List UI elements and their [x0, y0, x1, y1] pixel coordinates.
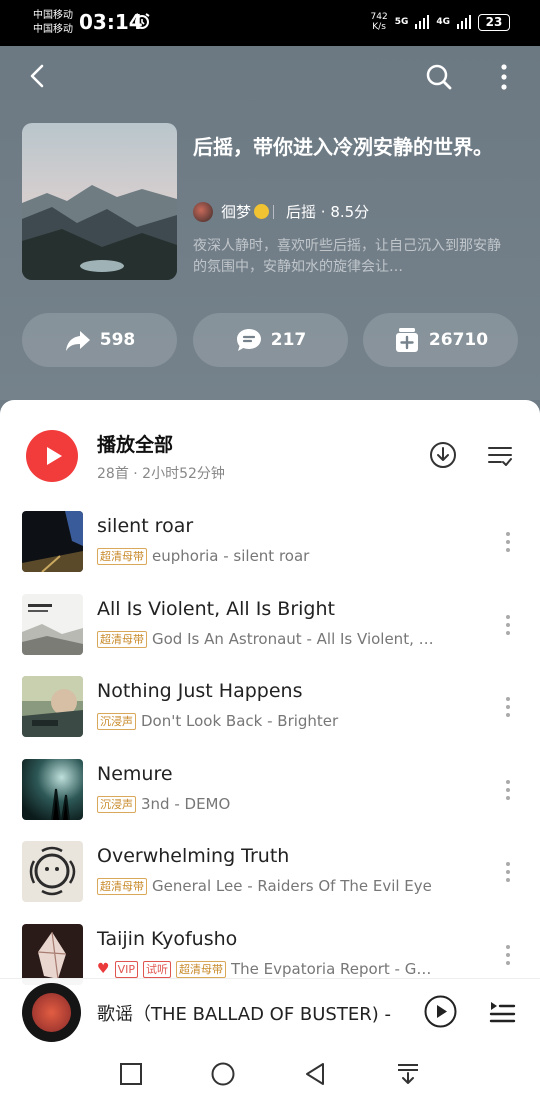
- song-title: Overwhelming Truth: [97, 845, 290, 867]
- song-row[interactable]: silent roar 超清母带 euphoria - silent roar: [0, 511, 540, 591]
- song-subtitle-row: 沉浸声 3nd - DEMO: [97, 795, 230, 813]
- multi-select-icon[interactable]: [487, 443, 513, 469]
- quality-tag: 超清母带: [175, 960, 226, 978]
- download-icon[interactable]: [429, 441, 457, 469]
- share-icon: [65, 331, 90, 351]
- song-more-icon[interactable]: [498, 943, 518, 967]
- collect-button[interactable]: 26710: [363, 313, 518, 367]
- song-artwork: [22, 924, 83, 985]
- speed-unit: K/s: [372, 22, 386, 32]
- liked-heart-icon[interactable]: ♥: [97, 961, 110, 977]
- song-title: Taijin Kyofusho: [97, 928, 238, 950]
- collect-icon: [395, 328, 418, 352]
- song-artist-album: 3nd - DEMO: [141, 795, 231, 813]
- battery-icon: 23: [478, 13, 510, 31]
- song-more-icon[interactable]: [498, 695, 518, 719]
- playlist-header: 后摇，带你进入冷冽安静的世界。 徊梦 后摇 · 8.5分 夜深人静时，喜欢听些后…: [0, 46, 540, 400]
- song-subtitle-row: 超清母带 God Is An Astronaut - All Is Violen…: [97, 630, 434, 648]
- song-artwork: [22, 841, 83, 902]
- song-row[interactable]: Nemure 沉浸声 3nd - DEMO: [0, 759, 540, 839]
- song-subtitle-row: 沉浸声 Don't Look Back - Brighter: [97, 712, 338, 730]
- song-artwork: [22, 594, 83, 655]
- song-artwork: [22, 759, 83, 820]
- genre-score[interactable]: 后摇 · 8.5分: [286, 201, 369, 222]
- playlist-title: 后摇，带你进入冷冽安静的世界。: [193, 135, 493, 159]
- quality-tag: 超清母带: [97, 877, 147, 895]
- more-options-icon[interactable]: [492, 62, 516, 92]
- network-type-2: 4G: [436, 17, 450, 27]
- creator-avatar[interactable]: [193, 201, 213, 222]
- song-row[interactable]: Nothing Just Happens 沉浸声 Don't Look Back…: [0, 676, 540, 756]
- quality-tag: 沉浸声: [97, 712, 136, 730]
- creator-row[interactable]: 徊梦 后摇 · 8.5分: [193, 201, 369, 222]
- carrier-label-2: 中国移动: [33, 24, 73, 35]
- song-row[interactable]: All Is Violent, All Is Bright 超清母带 God I…: [0, 594, 540, 674]
- playlist-queue-icon[interactable]: [488, 998, 516, 1026]
- song-title: Nothing Just Happens: [97, 680, 303, 702]
- song-artist-album: God Is An Astronaut - All Is Violent, …: [152, 630, 434, 648]
- comment-icon: [236, 329, 261, 351]
- recents-icon[interactable]: [118, 1061, 144, 1087]
- comment-count: 217: [270, 330, 307, 350]
- creator-name[interactable]: 徊梦: [221, 201, 251, 222]
- play-all-button[interactable]: 播放全部: [97, 430, 173, 457]
- speed-value: 742: [370, 12, 388, 22]
- collect-count: 26710: [428, 330, 489, 350]
- vip-badge-icon: [254, 204, 269, 219]
- song-artist-album: euphoria - silent roar: [152, 547, 310, 565]
- play-pause-icon[interactable]: [424, 995, 457, 1028]
- song-title: All Is Violent, All Is Bright: [97, 598, 335, 620]
- network-type-1: 5G: [394, 17, 409, 27]
- song-title: Nemure: [97, 763, 173, 785]
- song-subtitle-row: ♥ VIP 试听 超清母带 The Evpatoria Report - G…: [97, 960, 431, 978]
- playlist-description[interactable]: 夜深人静时，喜欢听些后摇，让自己沉入到那安静的氛围中，安静如水的旋律会让…: [193, 236, 511, 278]
- play-all-icon[interactable]: [26, 430, 78, 482]
- comment-button[interactable]: 217: [193, 313, 348, 367]
- song-more-icon[interactable]: [498, 530, 518, 554]
- song-artwork: [22, 676, 83, 737]
- status-bar: 中国移动 中国移动 03:14 742 K/s 5G 4G 23: [0, 0, 540, 46]
- notification-shade-icon[interactable]: [395, 1061, 421, 1087]
- back-icon[interactable]: [26, 64, 50, 88]
- quality-tag: 沉浸声: [97, 795, 136, 813]
- home-icon[interactable]: [210, 1061, 236, 1087]
- song-more-icon[interactable]: [498, 860, 518, 884]
- battery-level: 23: [485, 15, 503, 29]
- share-count: 598: [99, 330, 136, 350]
- song-title: silent roar: [97, 515, 194, 537]
- status-indicators: 742 K/s 5G 4G 23: [371, 12, 510, 32]
- playlist-cover[interactable]: [22, 123, 177, 280]
- now-playing-title[interactable]: 歌谣（THE BALLAD OF BUSTER) -: [97, 1000, 397, 1026]
- song-artist-album: Don't Look Back - Brighter: [141, 712, 339, 730]
- song-more-icon[interactable]: [498, 778, 518, 802]
- signal-icon-2: [457, 15, 471, 29]
- mini-player[interactable]: 歌谣（THE BALLAD OF BUSTER) -: [0, 978, 540, 1046]
- song-artist-album: General Lee - Raiders Of The Evil Eye: [152, 877, 432, 895]
- song-artwork: [22, 511, 83, 572]
- quality-tag: 超清母带: [97, 547, 147, 565]
- quality-tag: 超清母带: [97, 630, 147, 648]
- song-subtitle-row: 超清母带 euphoria - silent roar: [97, 547, 309, 565]
- signal-icon-1: [415, 15, 430, 29]
- network-speed: 742 K/s: [371, 12, 388, 32]
- now-playing-disc[interactable]: [22, 983, 81, 1042]
- carrier-label-1: 中国移动: [33, 10, 73, 21]
- back-nav-icon[interactable]: [302, 1061, 328, 1087]
- share-button[interactable]: 598: [22, 313, 177, 367]
- vip-tag: VIP: [114, 960, 138, 978]
- divider: [273, 204, 275, 219]
- search-icon[interactable]: [425, 63, 453, 91]
- song-row[interactable]: Overwhelming Truth 超清母带 General Lee - Ra…: [0, 841, 540, 921]
- alarm-icon: [134, 13, 150, 29]
- now-playing-artwork: [32, 993, 71, 1032]
- song-subtitle-row: 超清母带 General Lee - Raiders Of The Evil E…: [97, 877, 432, 895]
- playlist-meta: 28首 · 2小时52分钟: [97, 466, 225, 482]
- system-nav-bar: [0, 1046, 540, 1102]
- preview-tag: 试听: [142, 960, 171, 978]
- song-artist-album: The Evpatoria Report - G…: [230, 960, 432, 978]
- song-more-icon[interactable]: [498, 613, 518, 637]
